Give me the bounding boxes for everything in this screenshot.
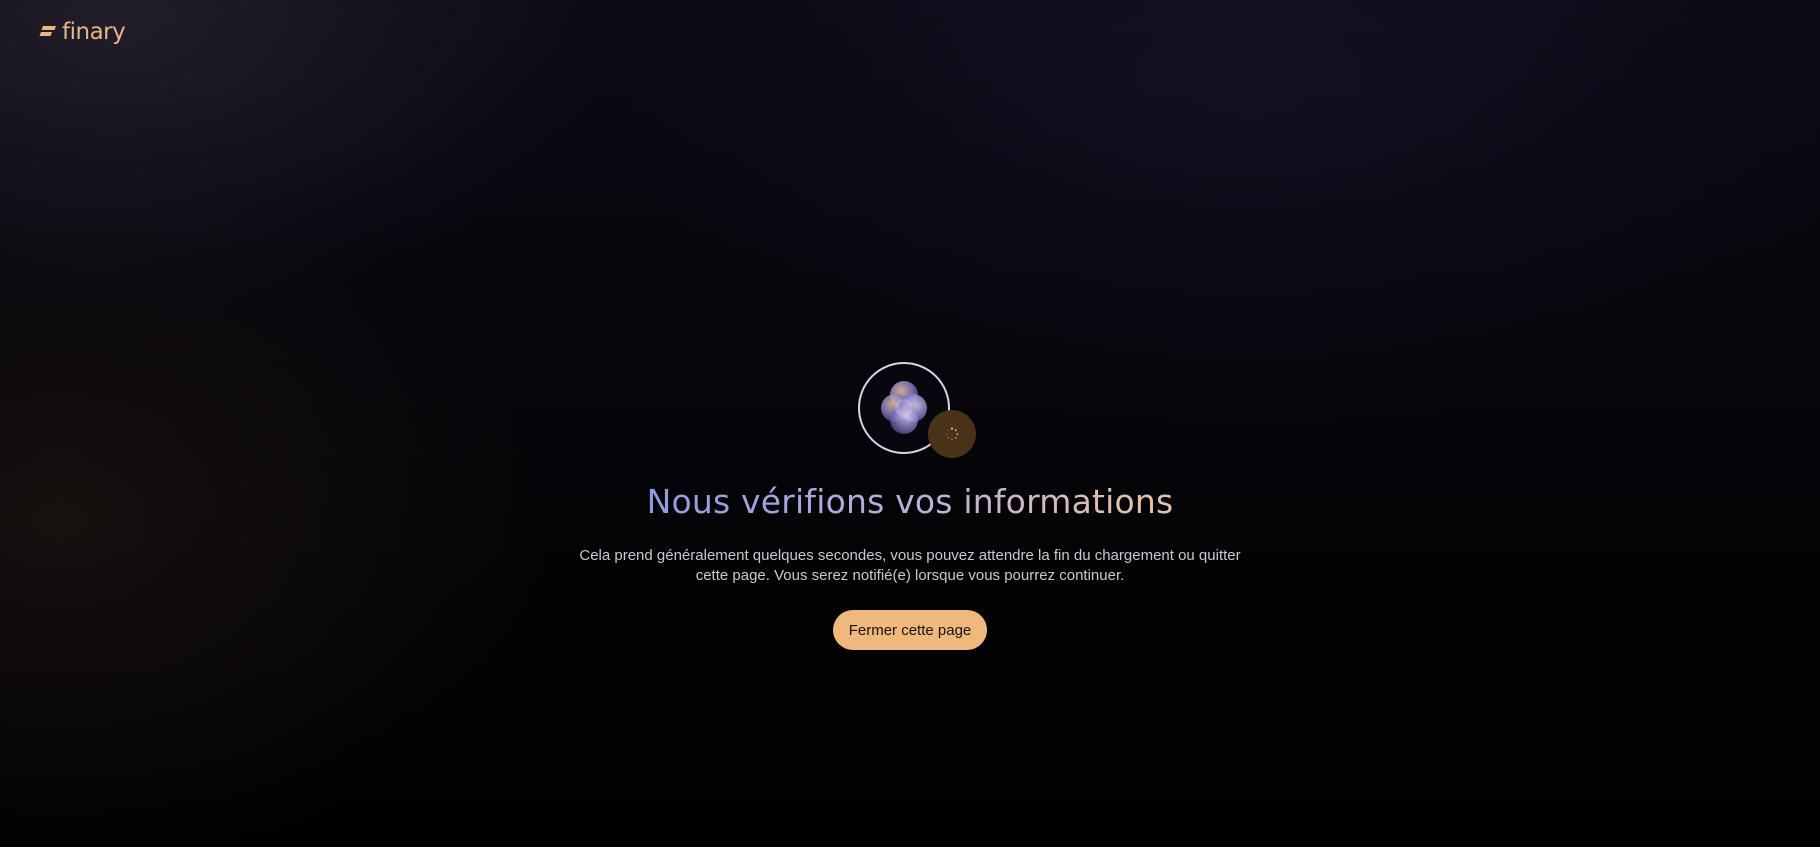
brand-logo[interactable]: finary [38, 18, 126, 46]
description-line-1: Cela prend généralement quelques seconde… [579, 547, 1241, 564]
finary-logo-icon [39, 26, 56, 36]
verification-description: Cela prend généralement quelques seconde… [560, 546, 1260, 586]
status-avatar [858, 360, 982, 460]
verification-panel: Nous vérifions vos informations Cela pre… [0, 360, 1820, 650]
description-line-2: cette page. Vous serez notifié(e) lorsqu… [695, 567, 1125, 584]
verification-page: finary Nous vérifions vos informations C… [0, 0, 1820, 847]
loading-spinner-icon [945, 427, 959, 441]
brand-name: finary [62, 19, 126, 45]
page-title: Nous vérifions vos informations [647, 480, 1174, 524]
orb-avatar-icon [881, 381, 927, 434]
close-page-button[interactable]: Fermer cette page [832, 610, 988, 650]
loading-badge [928, 410, 976, 458]
